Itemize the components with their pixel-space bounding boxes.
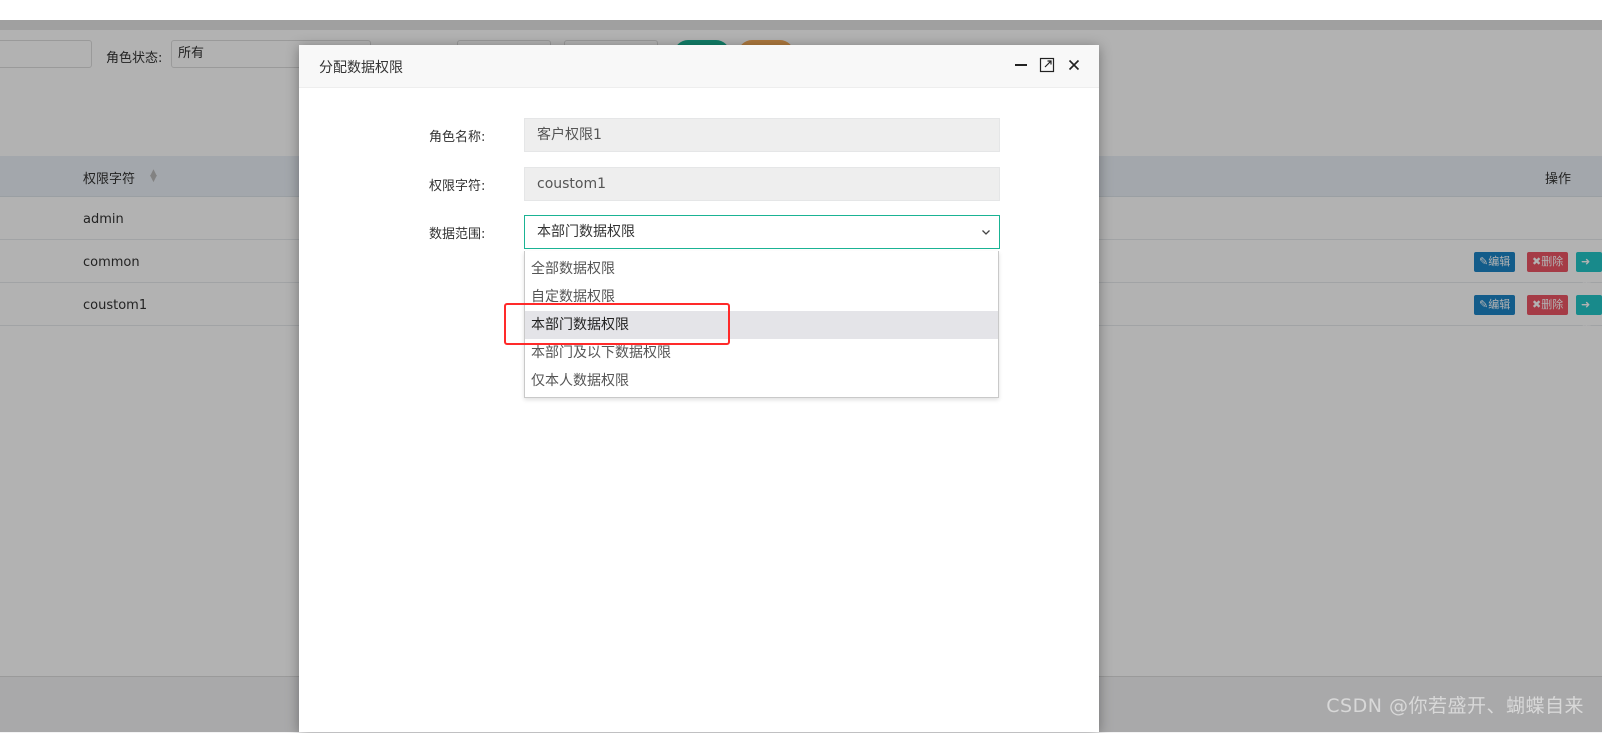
option-all-data[interactable]: 全部数据权限	[525, 255, 998, 283]
data-scope-selected-value: 本部门数据权限	[537, 224, 635, 240]
data-scope-label: 数据范围:	[429, 227, 486, 242]
browser-top-strip	[0, 0, 1602, 20]
maximize-icon[interactable]	[1039, 57, 1055, 73]
chevron-down-icon	[981, 216, 991, 248]
permission-char-field[interactable]: coustom1	[524, 167, 1000, 201]
option-self-only-data[interactable]: 仅本人数据权限	[525, 367, 998, 395]
role-name-field[interactable]: 客户权限1	[524, 118, 1000, 152]
minimize-icon[interactable]	[1013, 57, 1029, 73]
role-name-label: 角色名称:	[429, 130, 486, 145]
close-icon[interactable]	[1066, 57, 1082, 73]
dialog-title: 分配数据权限	[319, 60, 403, 76]
assign-data-permission-dialog: 分配数据权限 角色名称: 客户权限1 权限字符: coustom1 数据范围: …	[299, 45, 1099, 732]
data-scope-select[interactable]: 本部门数据权限	[524, 215, 1000, 249]
permission-char-label: 权限字符:	[429, 179, 486, 194]
watermark: CSDN @你若盛开、蝴蝶自来	[1326, 695, 1584, 717]
dialog-header: 分配数据权限	[299, 45, 1099, 88]
highlight-annotation-box	[504, 303, 730, 345]
